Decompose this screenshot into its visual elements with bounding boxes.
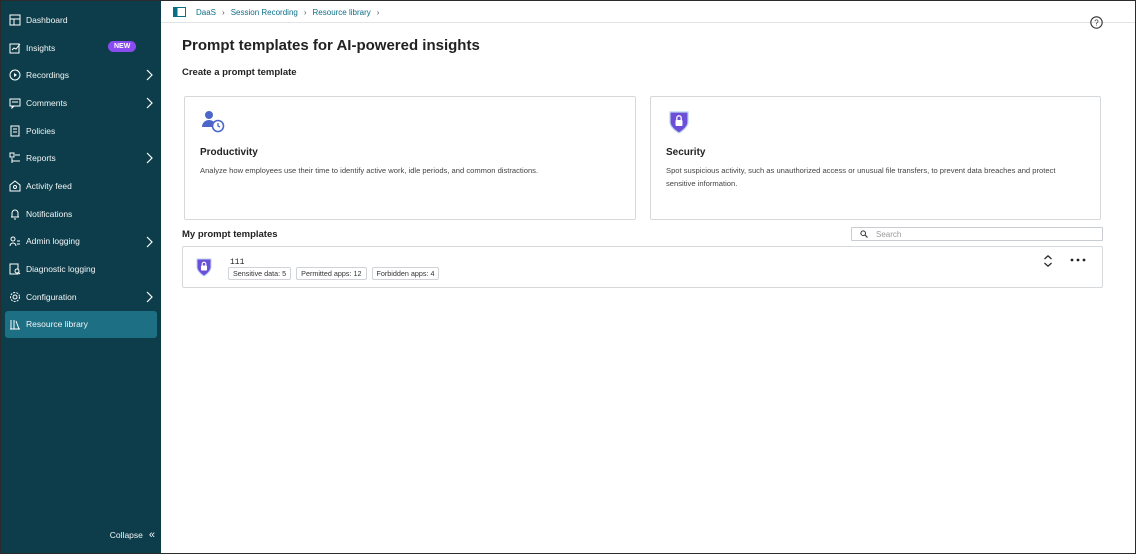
svg-text:?: ? <box>1094 18 1099 27</box>
sidebar-item-label: Admin logging <box>26 236 80 247</box>
help-icon[interactable]: ? <box>1090 16 1103 29</box>
security-card[interactable]: Security Spot suspicious activity, such … <box>650 96 1101 220</box>
sidebar-item-label: Reports <box>26 153 56 164</box>
sidebar-item-admin-logging[interactable]: Admin logging <box>1 228 161 256</box>
diagnostic-logging-icon <box>9 263 21 275</box>
search-icon <box>860 230 868 238</box>
breadcrumb-separator: › <box>376 7 380 17</box>
gear-icon <box>9 291 21 303</box>
comments-icon <box>9 97 21 109</box>
sidebar-item-activity-feed[interactable]: Activity feed <box>1 172 161 200</box>
sidebar-item-dashboard[interactable]: Dashboard <box>1 6 161 34</box>
breadcrumb-link-session-recording[interactable]: Session Recording <box>231 8 298 17</box>
my-templates-heading: My prompt templates <box>182 229 278 240</box>
chevron-right-icon[interactable] <box>145 69 153 81</box>
sidebar-item-diagnostic-logging[interactable]: Diagnostic logging <box>1 255 161 283</box>
template-tags: Sensitive data: 5 Permitted apps: 12 For… <box>228 267 444 280</box>
expand-collapse-icon[interactable] <box>1042 254 1054 268</box>
sidebar-nav: Dashboard Insights NEW Recordings Commen… <box>1 1 161 339</box>
sidebar-item-label: Recordings <box>26 70 69 81</box>
sidebar-item-label: Diagnostic logging <box>26 264 96 275</box>
chevron-right-icon[interactable] <box>145 152 153 164</box>
sidebar: Dashboard Insights NEW Recordings Commen… <box>1 1 161 553</box>
breadcrumb-link-resource-library[interactable]: Resource library <box>313 8 371 17</box>
double-chevron-left-icon: « <box>148 529 155 541</box>
sidebar-item-configuration[interactable]: Configuration <box>1 283 161 311</box>
chevron-right-icon[interactable] <box>145 291 153 303</box>
collapse-button[interactable]: Collapse « <box>110 529 155 541</box>
template-row[interactable]: 111 Sensitive data: 5 Permitted apps: 12… <box>182 246 1103 288</box>
sidebar-toggle-icon[interactable] <box>173 7 186 17</box>
create-template-heading: Create a prompt template <box>182 67 297 78</box>
security-shield-icon <box>669 111 689 134</box>
sidebar-item-label: Configuration <box>26 291 77 302</box>
chevron-right-icon[interactable] <box>145 97 153 109</box>
productivity-card[interactable]: Productivity Analyze how employees use t… <box>184 96 636 220</box>
breadcrumb: DaaS › Session Recording › Resource libr… <box>173 7 385 17</box>
sidebar-item-recordings[interactable]: Recordings <box>1 61 161 89</box>
sidebar-item-label: Resource library <box>26 319 88 330</box>
page-title: Prompt templates for AI-powered insights <box>182 37 480 54</box>
sidebar-item-label: Activity feed <box>26 180 72 191</box>
chevron-right-icon[interactable] <box>145 236 153 248</box>
activity-feed-icon <box>9 180 21 192</box>
sidebar-item-label: Comments <box>26 97 68 108</box>
template-name: 111 <box>230 258 245 267</box>
new-badge: NEW <box>108 40 137 52</box>
card-title: Security <box>666 147 706 158</box>
bell-icon <box>9 208 21 220</box>
recordings-icon <box>9 69 21 81</box>
more-options-icon[interactable] <box>1069 254 1087 266</box>
sidebar-item-label: Notifications <box>26 208 73 219</box>
search-input[interactable] <box>876 228 1096 240</box>
sidebar-item-label: Insights <box>26 42 56 53</box>
top-bar: DaaS › Session Recording › Resource libr… <box>161 1 1135 23</box>
reports-icon <box>9 152 21 164</box>
permitted-apps-tag: Permitted apps: 12 <box>296 267 367 280</box>
dashboard-icon <box>9 14 21 26</box>
productivity-icon <box>202 111 225 133</box>
insights-icon <box>9 42 21 54</box>
search-box[interactable] <box>851 227 1103 241</box>
sidebar-item-insights[interactable]: Insights NEW <box>1 34 161 62</box>
sidebar-item-notifications[interactable]: Notifications <box>1 200 161 228</box>
breadcrumb-separator: › <box>303 7 307 17</box>
sensitive-data-tag: Sensitive data: 5 <box>228 267 292 280</box>
breadcrumb-separator: › <box>222 7 225 17</box>
collapse-label: Collapse <box>109 530 143 540</box>
app-window: Dashboard Insights NEW Recordings Commen… <box>0 0 1136 554</box>
security-shield-icon <box>196 258 212 277</box>
breadcrumb-link-daas[interactable]: DaaS <box>196 8 216 17</box>
sidebar-item-policies[interactable]: Policies <box>1 117 161 145</box>
sidebar-item-reports[interactable]: Reports <box>1 144 161 172</box>
sidebar-item-resource-library[interactable]: Resource library <box>5 310 157 339</box>
card-description: Analyze how employees use their time to … <box>200 166 539 175</box>
card-description: Spot suspicious activity, such as unauth… <box>666 166 1056 188</box>
forbidden-apps-tag: Forbidden apps: 4 <box>371 267 440 280</box>
library-icon <box>9 318 21 330</box>
policies-icon <box>9 125 21 137</box>
sidebar-item-comments[interactable]: Comments <box>1 89 161 117</box>
card-title: Productivity <box>200 147 258 158</box>
sidebar-item-label: Dashboard <box>26 14 68 25</box>
sidebar-item-label: Policies <box>26 125 56 136</box>
admin-logging-icon <box>9 235 21 247</box>
